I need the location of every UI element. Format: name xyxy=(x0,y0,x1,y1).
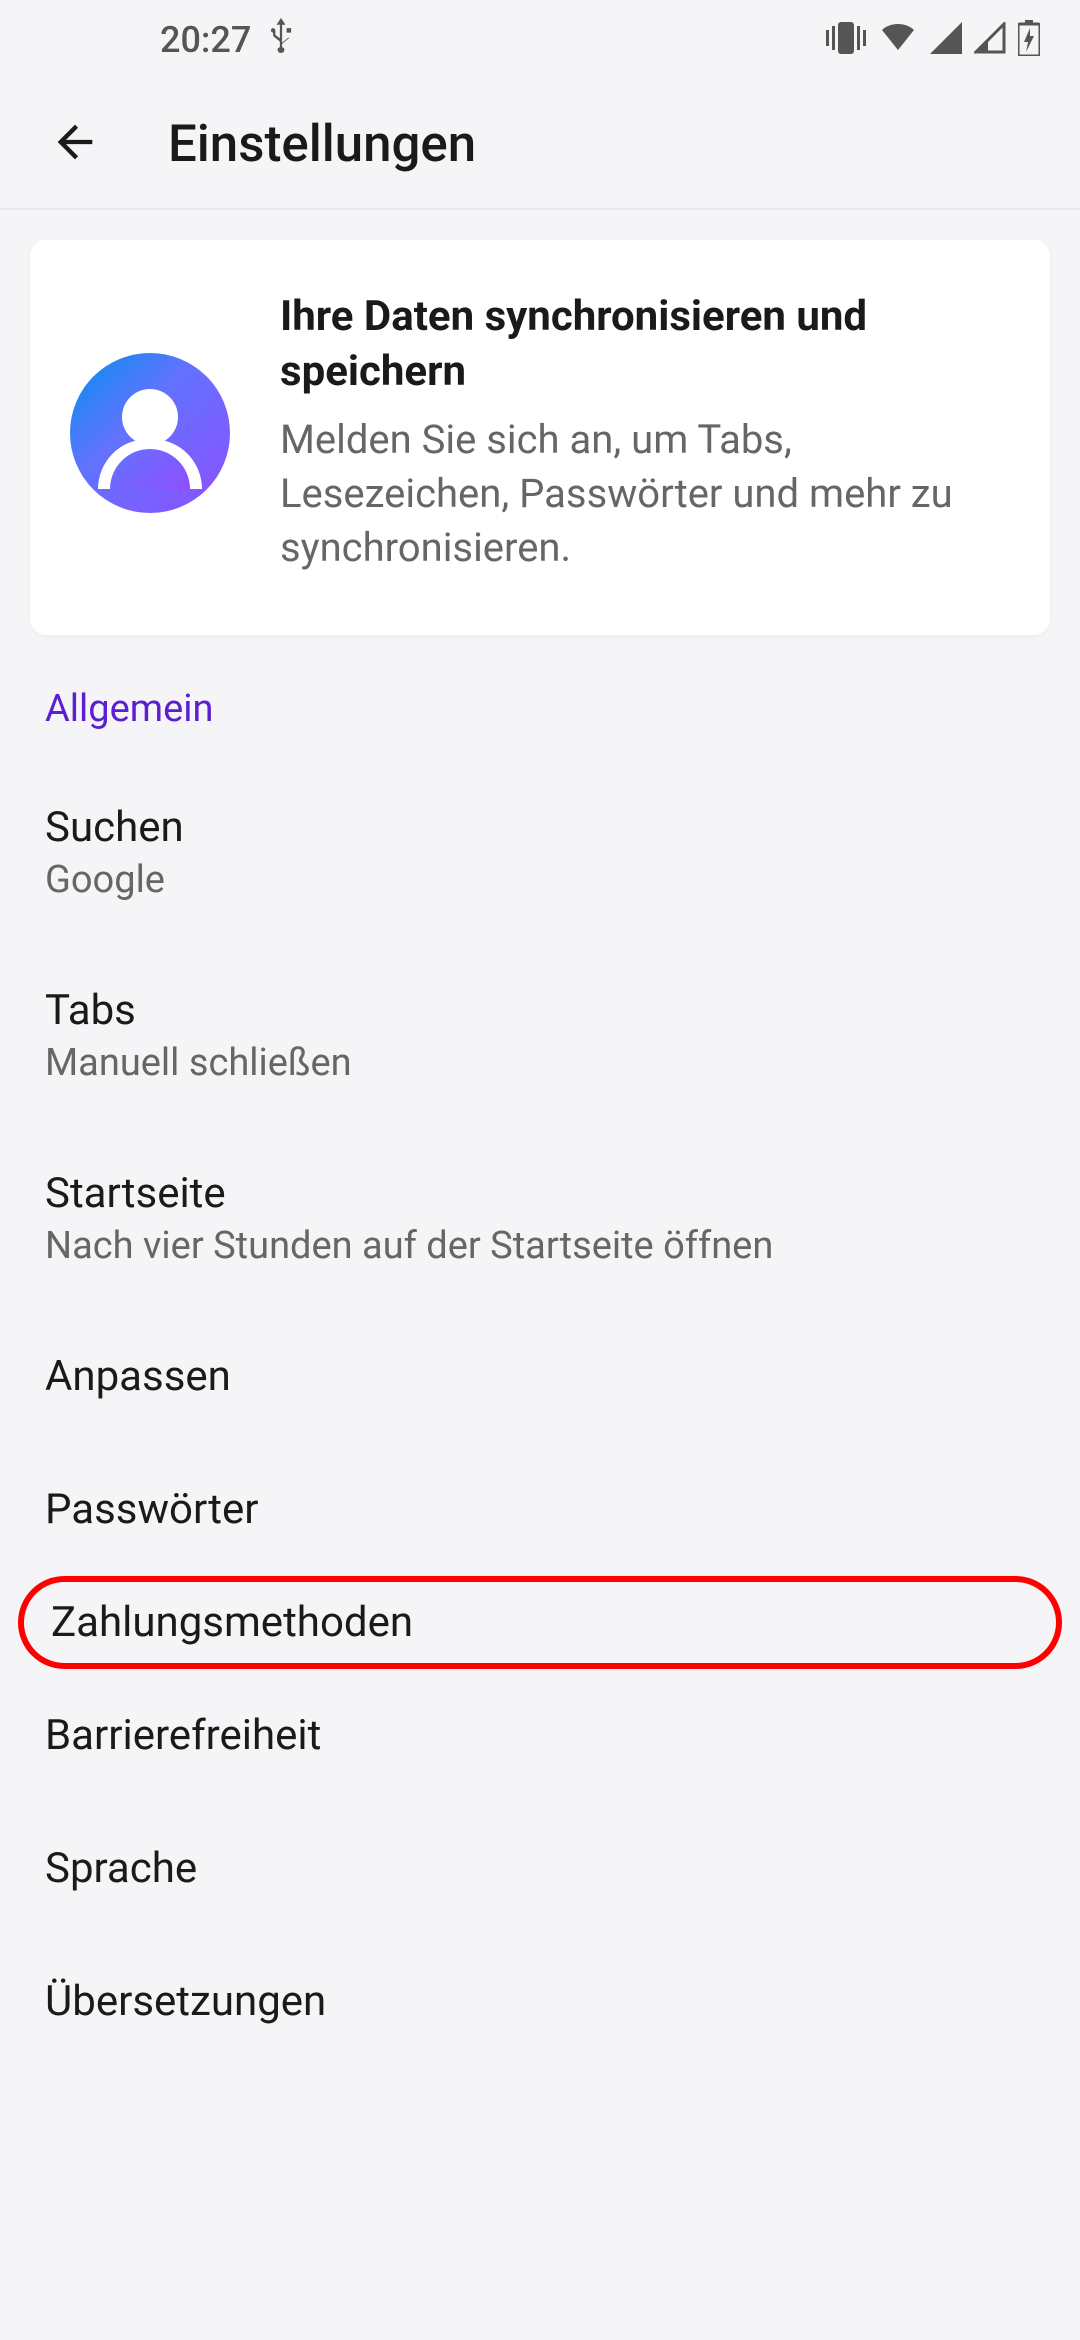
settings-item-homepage[interactable]: Startseite Nach vier Stunden auf der Sta… xyxy=(0,1127,1080,1310)
arrow-left-icon xyxy=(49,116,101,172)
status-bar: 20:27 xyxy=(0,0,1080,80)
settings-item-search[interactable]: Suchen Google xyxy=(0,761,1080,944)
item-title: Tabs xyxy=(45,986,1035,1035)
avatar-icon xyxy=(70,353,230,513)
settings-item-translations[interactable]: Übersetzungen xyxy=(0,1935,1080,2068)
settings-item-tabs[interactable]: Tabs Manuell schließen xyxy=(0,944,1080,1127)
status-right xyxy=(826,20,1040,60)
settings-item-customize[interactable]: Anpassen xyxy=(0,1310,1080,1443)
page-title: Einstellungen xyxy=(168,115,476,174)
settings-item-accessibility[interactable]: Barrierefreiheit xyxy=(0,1669,1080,1802)
section-header-general: Allgemein xyxy=(0,635,1080,731)
item-title: Startseite xyxy=(45,1169,1035,1218)
battery-icon xyxy=(1018,20,1040,60)
item-subtitle: Google xyxy=(45,858,1035,902)
sync-text: Ihre Daten synchronisieren und speichern… xyxy=(280,290,1010,575)
content: Ihre Daten synchronisieren und speichern… xyxy=(0,240,1080,2068)
wifi-icon xyxy=(878,22,918,58)
settings-item-payment-methods[interactable]: Zahlungsmethoden xyxy=(18,1576,1062,1669)
settings-item-passwords[interactable]: Passwörter xyxy=(0,1443,1080,1576)
status-left: 20:27 xyxy=(160,18,295,63)
sync-sign-in-card[interactable]: Ihre Daten synchronisieren und speichern… xyxy=(30,240,1050,635)
signal-icon-1 xyxy=(930,22,962,58)
item-title: Anpassen xyxy=(45,1352,1035,1401)
sync-subtitle: Melden Sie sich an, um Tabs, Lesezeichen… xyxy=(280,413,1010,575)
item-title: Übersetzungen xyxy=(45,1977,1035,2026)
usb-icon xyxy=(267,18,295,63)
settings-list: Suchen Google Tabs Manuell schließen Sta… xyxy=(0,761,1080,2068)
item-title: Barrierefreiheit xyxy=(45,1711,1035,1760)
sync-title: Ihre Daten synchronisieren und speichern xyxy=(280,290,1010,399)
back-button[interactable] xyxy=(30,99,120,189)
item-title: Zahlungsmethoden xyxy=(51,1598,1029,1647)
status-time: 20:27 xyxy=(160,19,251,61)
settings-item-language[interactable]: Sprache xyxy=(0,1802,1080,1935)
app-bar: Einstellungen xyxy=(0,80,1080,210)
signal-icon-2 xyxy=(974,22,1006,58)
vibrate-icon xyxy=(826,22,866,58)
item-title: Suchen xyxy=(45,803,1035,852)
item-title: Passwörter xyxy=(45,1485,1035,1534)
item-subtitle: Nach vier Stunden auf der Startseite öff… xyxy=(45,1224,1035,1268)
item-subtitle: Manuell schließen xyxy=(45,1041,1035,1085)
item-title: Sprache xyxy=(45,1844,1035,1893)
